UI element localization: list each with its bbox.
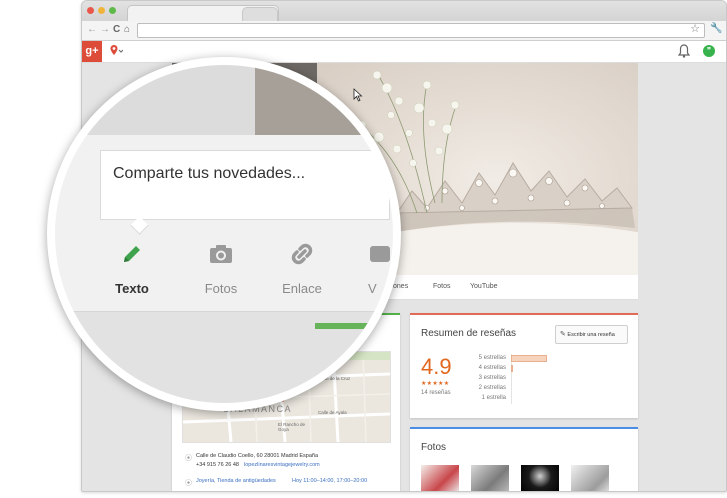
magnifier-lens: Comparte tus novedades... Texto Fotos En… (47, 57, 401, 411)
share-box[interactable]: Comparte tus novedades... (100, 150, 390, 220)
tab-fotos[interactable]: Fotos (433, 283, 451, 290)
rating-bar (511, 355, 547, 362)
photo-thumbnail[interactable] (471, 465, 509, 491)
address-pin-icon: ⦿ (185, 455, 192, 462)
photo-thumbnail[interactable] (571, 465, 609, 491)
action-photos-label[interactable]: Fotos (181, 281, 261, 296)
close-window-button[interactable] (87, 7, 94, 14)
maximize-window-button[interactable] (109, 7, 116, 14)
photo-thumbnail[interactable] (521, 465, 559, 491)
back-button[interactable]: ← (87, 23, 97, 37)
camera-icon[interactable] (181, 242, 261, 271)
gplus-logo[interactable]: g+ (82, 41, 102, 62)
new-tab-button[interactable] (242, 7, 278, 22)
link-icon[interactable] (262, 242, 342, 271)
rating-bar-label: 3 estrellas (478, 375, 506, 381)
magnified-green-border (315, 323, 393, 329)
tab-youtube[interactable]: YouTube (470, 283, 498, 290)
share-prompt[interactable]: Comparte tus novedades... (113, 165, 305, 183)
action-link-label[interactable]: Enlace (262, 281, 342, 296)
rating-score: 4.9 (421, 354, 452, 379)
category-link[interactable]: Joyería, Tienda de antigüedades (196, 478, 276, 484)
map-pin-icon[interactable] (109, 44, 123, 58)
link-icon (291, 243, 313, 265)
photos-title: Fotos (421, 442, 447, 453)
pencil-icon: ✎ (560, 331, 566, 338)
hangouts-icon[interactable]: ❞ (703, 45, 715, 57)
rating-bar-label: 4 estrellas (478, 365, 506, 371)
magnified-cover-edge (255, 65, 393, 135)
camera-icon (210, 245, 232, 263)
reviews-card: Resumen de reseñas ✎ Escribir una reseña… (410, 313, 638, 418)
map-poi-label: El Rancho de Goya (278, 422, 306, 432)
photo-thumbnail[interactable] (421, 465, 459, 491)
minimize-window-button[interactable] (98, 7, 105, 14)
browser-toolbar: ← → C ⌂ ☆ 🔧 (82, 21, 726, 41)
star-icon[interactable]: ☆ (690, 22, 700, 35)
mouse-cursor-icon (353, 88, 363, 102)
gplus-app-bar: g+ ❞ (82, 41, 726, 63)
magnified-area: Comparte tus novedades... Texto Fotos En… (55, 65, 393, 403)
address: Calle de Claudio Coello, 60 28001 Madrid… (196, 453, 318, 459)
action-video-label[interactable]: V (340, 281, 393, 296)
pencil-icon (124, 246, 140, 262)
hours-link[interactable]: Hoy 11:00–14:00, 17:00–20:00 (292, 478, 367, 484)
action-text-label[interactable]: Texto (92, 281, 172, 296)
review-count[interactable]: 14 reseñas (421, 390, 451, 396)
video-icon[interactable] (340, 242, 393, 271)
photos-card: Fotos (410, 427, 638, 491)
website-link[interactable]: lopezlinaresvintagejewelry.com (244, 462, 320, 468)
category-icon: ⦿ (185, 480, 192, 487)
phone: +34 915 76 26 48 (196, 462, 239, 468)
write-review-label: Escribir una reseña (567, 332, 615, 338)
address-bar[interactable]: ☆ (137, 23, 705, 38)
home-button[interactable]: ⌂ (124, 23, 130, 37)
bell-icon[interactable] (678, 44, 690, 58)
rating-bar-label: 5 estrellas (478, 355, 506, 361)
map-street-label: Calle de Ayala (318, 410, 347, 415)
reviews-title: Resumen de reseñas (421, 328, 517, 339)
pencil-icon[interactable] (92, 242, 172, 271)
write-review-button[interactable]: ✎ Escribir una reseña (555, 325, 628, 344)
wrench-icon[interactable]: 🔧 (710, 23, 722, 34)
rating-bar (511, 365, 513, 372)
rating-bar-label: 1 estrella (481, 395, 506, 401)
rating-bar-label: 2 estrellas (478, 385, 506, 391)
video-icon (370, 246, 390, 262)
forward-button[interactable]: → (100, 23, 110, 37)
reload-button[interactable]: C (113, 23, 120, 37)
tab-strip: × (82, 1, 726, 22)
rating-stars: ★★★★★ (421, 381, 450, 387)
